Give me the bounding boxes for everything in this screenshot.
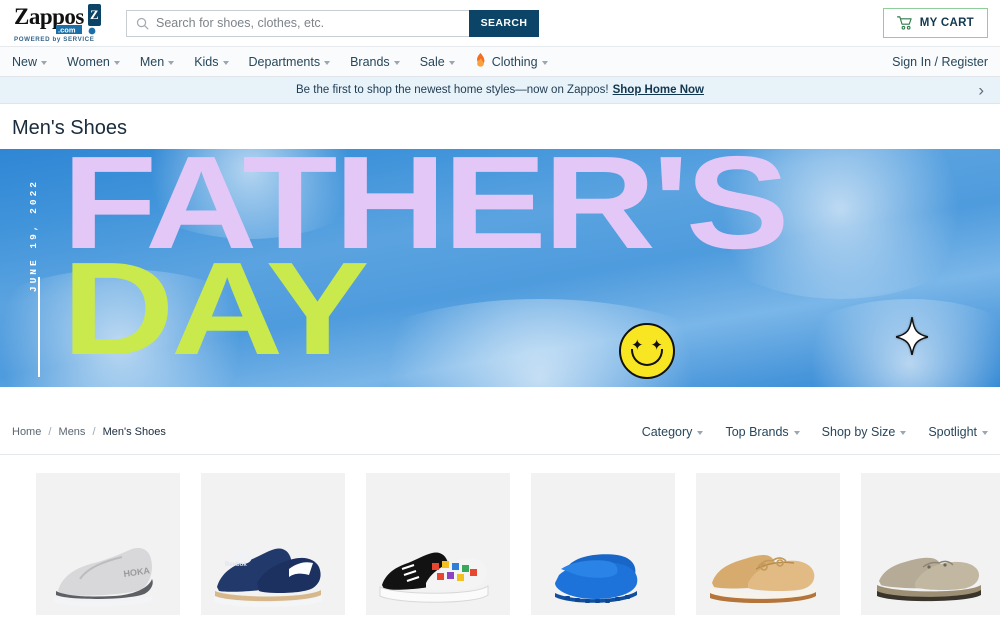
nav-item-clothing[interactable]: Clothing bbox=[475, 53, 548, 70]
search-input[interactable] bbox=[156, 16, 469, 30]
promo-link[interactable]: Shop Home Now bbox=[613, 84, 704, 96]
product-image bbox=[555, 554, 638, 603]
sign-in-register-link[interactable]: Sign In / Register bbox=[892, 55, 988, 69]
svg-text:.com: .com bbox=[58, 26, 76, 35]
breadcrumb-item-current: Men's Shoes bbox=[102, 425, 166, 438]
chevron-down-icon bbox=[168, 60, 175, 65]
search-box[interactable] bbox=[126, 9, 469, 37]
promo-banner: Be the first to shop the newest home sty… bbox=[0, 77, 1000, 104]
product-tile-tan-boat-shoe[interactable] bbox=[696, 473, 840, 615]
chevron-right-icon[interactable]: › bbox=[978, 82, 984, 99]
search-form: SEARCH bbox=[126, 9, 539, 37]
product-strip: HOKA Reebok bbox=[0, 455, 1000, 615]
product-image bbox=[379, 552, 489, 603]
breadcrumb: Home / Mens / Men's Shoes bbox=[12, 426, 166, 438]
chevron-down-icon bbox=[324, 60, 331, 65]
shopping-cart-icon bbox=[896, 16, 912, 30]
filter-label: Spotlight bbox=[928, 424, 977, 439]
nav-item-kids[interactable]: Kids bbox=[194, 54, 229, 69]
product-image bbox=[877, 557, 981, 602]
filter-spotlight[interactable]: Spotlight bbox=[928, 425, 988, 439]
zappos-logo[interactable]: Zappos Z .com POWERED by SERVICE bbox=[12, 2, 108, 44]
hero-vertical-rule bbox=[38, 277, 40, 377]
nav-item-women[interactable]: Women bbox=[67, 55, 120, 69]
product-image: Reebok bbox=[214, 548, 322, 608]
product-image bbox=[710, 555, 816, 604]
product-tile-grey-running-shoe[interactable]: HOKA bbox=[36, 473, 180, 615]
chevron-down-icon bbox=[113, 60, 120, 65]
svg-text:POWERED by SERVICE: POWERED by SERVICE bbox=[14, 36, 94, 43]
search-icon bbox=[136, 17, 149, 30]
primary-nav: New Women Men Kids Departments Brands Sa… bbox=[0, 46, 1000, 77]
nav-item-new[interactable]: New bbox=[12, 54, 48, 69]
flame-icon bbox=[475, 53, 486, 70]
breadcrumb-separator: / bbox=[48, 425, 52, 438]
nav-item-brands[interactable]: Brands bbox=[350, 55, 400, 69]
zappos-logo-icon: Zappos Z .com POWERED by SERVICE bbox=[14, 4, 101, 43]
cloud-decoration bbox=[780, 299, 1000, 387]
chevron-down-icon bbox=[393, 60, 400, 65]
hero-banner[interactable]: JUNE 19, 2022 FATHER'S DAY ✦ ✦ GIFT GUID… bbox=[0, 149, 1000, 387]
product-image: HOKA bbox=[54, 548, 153, 607]
chevron-down-icon bbox=[900, 430, 907, 435]
product-tile-blue-slide-sandal[interactable] bbox=[531, 473, 675, 615]
smiley-face-icon: ✦ ✦ bbox=[619, 323, 675, 379]
search-button[interactable]: SEARCH bbox=[469, 9, 539, 37]
nav-item-departments[interactable]: Departments bbox=[249, 55, 331, 69]
chevron-down-icon bbox=[697, 430, 704, 435]
nav-item-label: Brands bbox=[350, 54, 390, 69]
cloud-decoration bbox=[330, 299, 750, 387]
filter-label: Top Brands bbox=[725, 424, 789, 439]
product-tile-taupe-moccasin[interactable] bbox=[861, 473, 1000, 615]
filter-shop-by-size[interactable]: Shop by Size bbox=[822, 425, 907, 439]
nav-item-men[interactable]: Men bbox=[139, 54, 175, 69]
filter-bar: Category Top Brands Shop by Size Spotlig… bbox=[620, 425, 988, 439]
chevron-down-icon bbox=[541, 60, 548, 65]
chevron-down-icon bbox=[793, 430, 800, 435]
chevron-down-icon bbox=[982, 430, 988, 435]
breadcrumb-separator: / bbox=[92, 425, 96, 438]
chevron-down-icon bbox=[222, 60, 229, 65]
filter-category[interactable]: Category bbox=[642, 425, 704, 439]
nav-item-label: Men bbox=[139, 54, 165, 69]
breadcrumb-item-home[interactable]: Home bbox=[12, 426, 41, 438]
promo-text: Be the first to shop the newest home sty… bbox=[296, 84, 609, 96]
svg-text:Z: Z bbox=[90, 7, 99, 22]
breadcrumb-filter-row: Home / Mens / Men's Shoes Category Top B… bbox=[0, 409, 1000, 455]
cart-label: MY CART bbox=[919, 17, 974, 29]
chevron-down-icon bbox=[448, 60, 455, 65]
sparkle-icon bbox=[895, 317, 929, 360]
breadcrumb-item-mens[interactable]: Mens bbox=[59, 426, 86, 438]
nav-item-label: Clothing bbox=[491, 54, 538, 69]
chevron-down-icon bbox=[41, 60, 48, 65]
smile-mouth bbox=[631, 349, 663, 366]
cart-button[interactable]: MY CART bbox=[882, 8, 988, 38]
filter-label: Shop by Size bbox=[821, 424, 896, 439]
nav-item-label: Kids bbox=[194, 54, 219, 69]
hero-headline-bottom: DAY bbox=[62, 235, 369, 382]
site-header: Zappos Z .com POWERED by SERVICE SEARCH … bbox=[0, 0, 1000, 46]
filter-label: Category bbox=[641, 424, 693, 439]
nav-item-sale[interactable]: Sale bbox=[420, 55, 455, 69]
svg-text:Reebok: Reebok bbox=[225, 562, 247, 568]
hero-date: JUNE 19, 2022 bbox=[28, 179, 39, 293]
nav-item-label: Departments bbox=[248, 54, 321, 69]
page-title: Men's Shoes bbox=[12, 117, 127, 139]
filter-top-brands[interactable]: Top Brands bbox=[725, 424, 800, 439]
nav-item-label: Sale bbox=[419, 54, 445, 69]
nav-item-label: Women bbox=[67, 54, 110, 69]
product-tile-navy-retro-sneaker[interactable]: Reebok bbox=[201, 473, 345, 615]
nav-item-label: New bbox=[12, 54, 38, 69]
product-tile-black-print-skate-shoe[interactable] bbox=[366, 473, 510, 615]
